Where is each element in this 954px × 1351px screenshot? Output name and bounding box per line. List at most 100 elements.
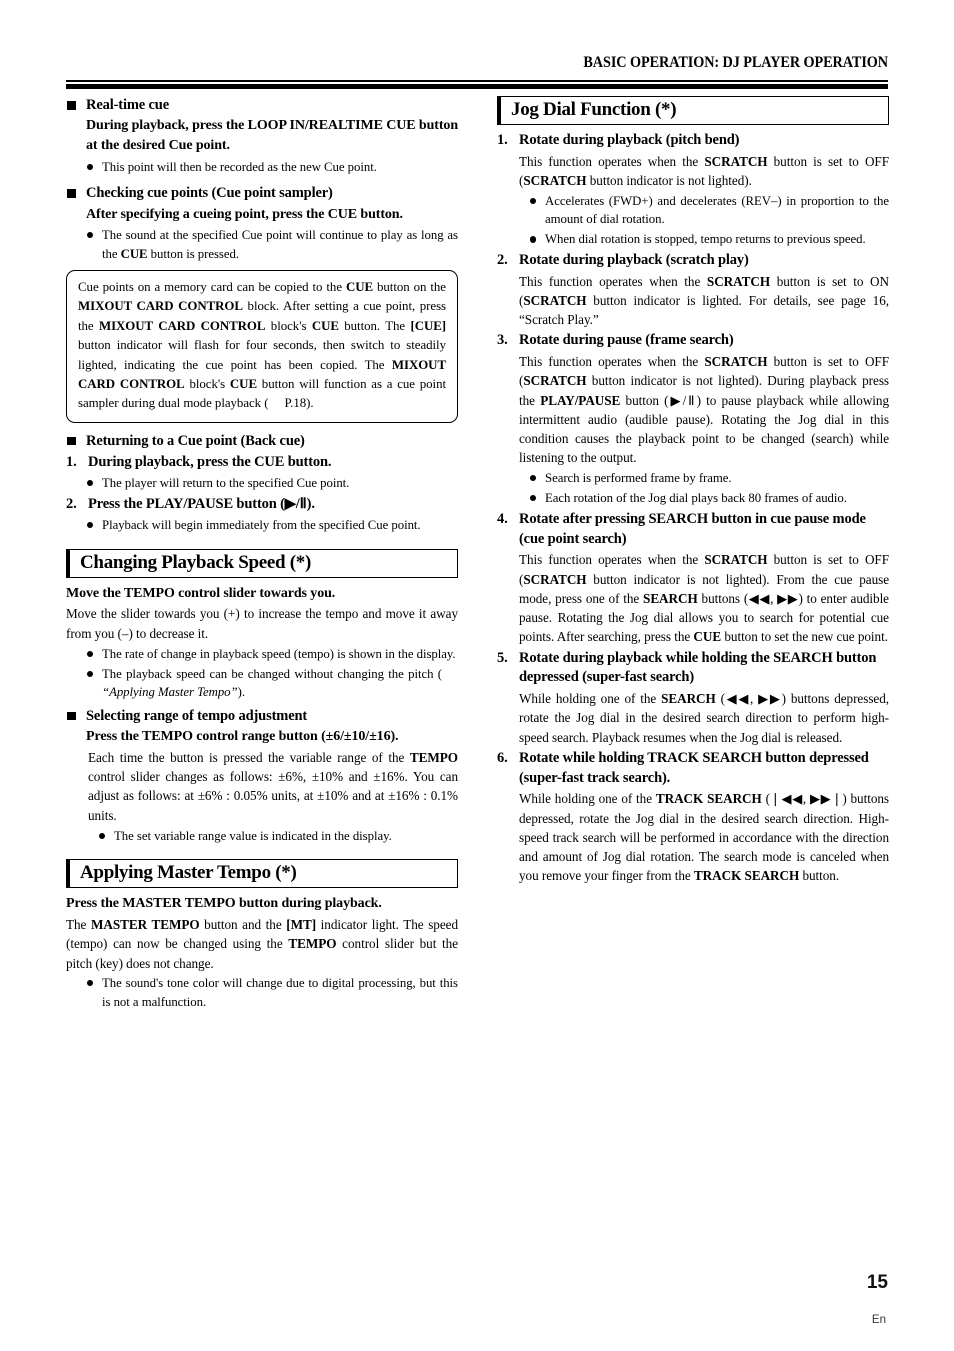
txt-bold: MASTER TEMPO: [90, 916, 200, 932]
txt-bold: SEARCH: [661, 691, 716, 707]
square-bullet-icon: [67, 189, 76, 198]
bullet-dot-icon: [530, 197, 537, 204]
jog-item-1-bullet-2: When dial rotation is stopped, tempo ret…: [497, 230, 889, 249]
square-bullet-icon: [67, 436, 76, 446]
txt: During playback, press the: [86, 118, 248, 134]
master-tempo-bullet: The sound's tone color will change due t…: [66, 974, 458, 1011]
note-box-text: Cue points on a memory card can be copie…: [78, 278, 446, 414]
step-text: Press the PLAY/PAUSE button (▶/Ⅱ).: [88, 495, 315, 512]
step-number: 2.: [66, 495, 77, 512]
bullet-dot-icon: [87, 670, 94, 677]
header-rule-thin: [66, 80, 888, 82]
jog-item-5-body: While holding one of the SEARCH (◀◀, ▶▶)…: [497, 689, 889, 747]
txt-bold: TEMPO: [409, 749, 458, 765]
back-cue-step-1-bullet: The player will return to the specified …: [66, 474, 458, 493]
txt: button is pressed.: [147, 246, 239, 261]
txt: block's: [265, 318, 312, 333]
bullet-text: The sound's tone color will change due t…: [102, 976, 458, 1009]
txt-bold: SCRATCH: [523, 292, 587, 308]
square-bullet-icon: [67, 101, 76, 110]
txt: button on the: [373, 280, 446, 295]
bullet-text: The playback speed can be changed withou…: [102, 666, 442, 681]
txt-bold: SEARCH: [643, 590, 698, 606]
txt: While holding one of the: [519, 691, 662, 707]
txt-bold: [MT]: [286, 916, 317, 932]
checking-cue-points-instruction: After specifying a cueing point, press t…: [86, 206, 403, 222]
bullet-dot-icon: [99, 832, 106, 839]
checking-cue-points-bullet: The sound at the specified Cue point wil…: [66, 226, 458, 263]
step-text: Rotate during pause (frame search): [519, 332, 734, 349]
changing-speed-instruction: Move the TEMPO control slider towards yo…: [66, 585, 336, 601]
jog-item-3-body: This function operates when the SCRATCH …: [497, 352, 889, 468]
bullet-dot-icon: [87, 232, 94, 239]
txt: P.18).: [284, 396, 314, 411]
heading-checking-cue-points-label: Checking cue points (Cue point sampler): [86, 185, 333, 202]
bullet-dot-icon: [530, 495, 537, 502]
heading-back-cue: Returning to a Cue point (Back cue): [66, 432, 458, 451]
step-number: 2.: [497, 251, 508, 268]
txt-bold: SCRATCH: [706, 273, 771, 289]
txt-bold: CUE: [120, 246, 148, 261]
jog-item-3-bullet-1: Search is performed frame by frame.: [497, 469, 889, 488]
txt: This function operates when the: [519, 354, 705, 370]
realtime-cue-bullet: This point will then be recorded as the …: [66, 158, 458, 177]
changing-speed-bullet-2: The playback speed can be changed withou…: [66, 665, 458, 702]
step-text: Rotate during playback (scratch play): [519, 251, 749, 268]
bullet-dot-icon: [87, 650, 94, 657]
step-text: Rotate after pressing SEARCH button in c…: [519, 510, 866, 547]
page-header-title: BASIC OPERATION: DJ PLAYER OPERATION: [583, 54, 888, 71]
step-text: Rotate while holding TRACK SEARCH button…: [519, 749, 869, 786]
jog-item-2-body: This function operates when the SCRATCH …: [497, 272, 889, 330]
bullet-text: When dial rotation is stopped, tempo ret…: [545, 232, 866, 247]
master-tempo-instruction: Press the MASTER TEMPO button during pla…: [66, 896, 382, 912]
txt: This function operates when the: [519, 153, 705, 169]
txt: button and the: [199, 916, 287, 932]
bullet-text: Accelerates (FWD+) and decelerates (REV–…: [545, 193, 889, 227]
right-column: Jog Dial Function (*) 1. Rotate during p…: [497, 96, 889, 887]
jog-item-6-body: While holding one of the TRACK SEARCH (❘…: [497, 789, 889, 885]
bullet-text: The rate of change in playback speed (te…: [102, 646, 456, 661]
txt-bold: CUE: [693, 629, 722, 645]
page-header: BASIC OPERATION: DJ PLAYER OPERATION: [66, 54, 888, 90]
txt-bold: LOOP IN/REALTIME CUE: [247, 118, 416, 134]
heading-back-cue-label: Returning to a Cue point (Back cue): [86, 432, 305, 449]
heading-selecting-tempo-range: Selecting range of tempo adjustment: [66, 707, 458, 726]
txt: The: [66, 916, 91, 932]
txt: ).: [237, 685, 245, 700]
selecting-tempo-range-body: Each time the button is pressed the vari…: [66, 748, 458, 825]
section-box-changing-playback-speed: Changing Playback Speed (*): [66, 548, 458, 578]
bullet-dot-icon: [87, 163, 94, 170]
txt-bold: SCRATCH: [704, 354, 768, 370]
step-text: During playback, press the CUE button.: [88, 454, 332, 471]
step-text: Rotate during playback (pitch bend): [519, 132, 740, 149]
back-cue-step-2-bullet: Playback will begin immediately from the…: [66, 516, 458, 535]
section-title: Jog Dial Function (*): [511, 99, 677, 120]
bullet-dot-icon: [87, 480, 94, 487]
bullet-text: The set variable range value is indicate…: [114, 828, 392, 843]
txt: button indicator will flash for four sec…: [78, 338, 446, 372]
jog-item-5: 5. Rotate during playback while holding …: [497, 649, 889, 688]
txt: This function operates when the: [519, 273, 707, 289]
jog-item-1-body: This function operates when the SCRATCH …: [497, 152, 889, 191]
bullet-dot-icon: [530, 475, 537, 482]
step-number: 1.: [66, 454, 77, 471]
txt: Cue points on a memory card can be copie…: [78, 280, 346, 295]
heading-selecting-tempo-range-label: Selecting range of tempo adjustment: [86, 707, 308, 724]
txt-bold: [CUE]: [410, 318, 447, 333]
jog-item-1-bullet-1: Accelerates (FWD+) and decelerates (REV–…: [497, 192, 889, 229]
back-cue-step-1: 1. During playback, press the CUE button…: [66, 453, 458, 473]
left-column: Real-time cue During playback, press the…: [66, 96, 458, 1012]
changing-speed-bullet-1: The rate of change in playback speed (te…: [66, 645, 458, 664]
square-bullet-icon: [67, 711, 76, 721]
realtime-cue-instruction: During playback, press the LOOP IN/REALT…: [66, 116, 458, 156]
jog-item-6: 6. Rotate while holding TRACK SEARCH but…: [497, 749, 889, 788]
txt: button to set the new cue point.: [721, 629, 888, 645]
header-rule-thick: [66, 84, 888, 90]
txt-italic: “Applying Master Tempo”: [102, 685, 238, 700]
txt-bold: SCRATCH: [523, 571, 587, 587]
step-text: Rotate during playback while holding the…: [519, 649, 877, 686]
heading-checking-cue-points: Checking cue points (Cue point sampler): [66, 184, 458, 203]
jog-item-3-bullet-2: Each rotation of the Jog dial plays back…: [497, 489, 889, 508]
txt: control slider changes as follows: ±6%, …: [88, 769, 458, 823]
jog-item-1: 1. Rotate during playback (pitch bend): [497, 131, 889, 151]
